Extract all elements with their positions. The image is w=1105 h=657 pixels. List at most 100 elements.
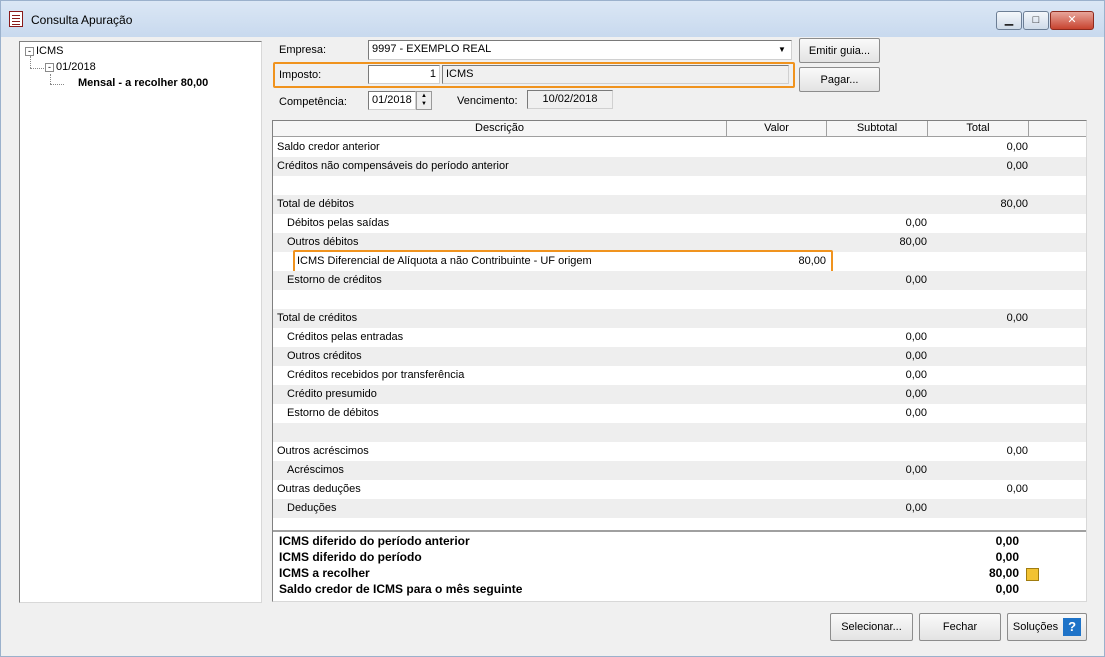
row-highlight bbox=[293, 250, 833, 273]
row-subtotal: 0,00 bbox=[905, 331, 927, 343]
tree-node-icms[interactable]: - ICMS bbox=[25, 45, 64, 57]
summary-row: Saldo credor de ICMS para o mês seguinte… bbox=[279, 582, 1079, 598]
emitir-guia-button[interactable]: Emitir guia... bbox=[799, 38, 880, 63]
row-description: Deduções bbox=[287, 502, 337, 514]
table-row[interactable]: Outros créditos 0,00 bbox=[273, 347, 1086, 366]
summary-value: 0,00 bbox=[995, 550, 1019, 564]
empresa-label: Empresa: bbox=[279, 44, 327, 56]
minimize-button[interactable]: ▁ bbox=[996, 11, 1022, 30]
summary-row: ICMS a recolher 80,00 bbox=[279, 566, 1079, 582]
collapse-icon[interactable]: - bbox=[25, 47, 34, 56]
row-subtotal: 0,00 bbox=[905, 502, 927, 514]
empresa-select[interactable]: 9997 - EXEMPLO REAL ▼ bbox=[368, 40, 792, 60]
vencimento-label: Vencimento: bbox=[457, 95, 518, 107]
table-row[interactable]: Total de créditos 0,00 bbox=[273, 309, 1086, 328]
summary-label: ICMS a recolher bbox=[279, 566, 370, 580]
row-description: Outras deduções bbox=[277, 483, 361, 495]
row-subtotal: 0,00 bbox=[905, 350, 927, 362]
row-subtotal: 0,00 bbox=[905, 407, 927, 419]
row-description: Estorno de créditos bbox=[287, 274, 382, 286]
solucoes-button[interactable]: Soluções? bbox=[1007, 613, 1087, 641]
help-icon: ? bbox=[1063, 618, 1082, 637]
row-description: Total de créditos bbox=[277, 312, 358, 324]
row-description: Total de débitos bbox=[277, 198, 355, 210]
row-subtotal: 0,00 bbox=[905, 369, 927, 381]
column-header-descricao[interactable]: Descrição bbox=[273, 121, 727, 137]
row-description: Outros acréscimos bbox=[277, 445, 369, 457]
close-button[interactable]: ✕ bbox=[1050, 11, 1094, 30]
spin-up-icon[interactable]: ▲ bbox=[417, 92, 431, 100]
tree-connector bbox=[50, 84, 64, 85]
tree-connector bbox=[30, 56, 31, 68]
imposto-label: Imposto: bbox=[279, 69, 322, 81]
table-row[interactable]: Créditos pelas entradas 0,00 bbox=[273, 328, 1086, 347]
empresa-value: 9997 - EXEMPLO REAL bbox=[372, 43, 492, 55]
summary-row: ICMS diferido do período anterior 0,00 bbox=[279, 534, 1079, 550]
row-subtotal: 0,00 bbox=[905, 388, 927, 400]
table-row[interactable]: Estorno de créditos 0,00 bbox=[273, 271, 1086, 290]
competencia-label: Competência: bbox=[279, 96, 347, 108]
table-row[interactable] bbox=[273, 290, 1086, 309]
table-row[interactable]: Outras deduções 0,00 bbox=[273, 480, 1086, 499]
competencia-input[interactable]: 01/2018 bbox=[368, 91, 416, 110]
tree-panel: - ICMS -01/2018 Mensal - a recolher 80,00 bbox=[19, 41, 262, 603]
summary-row: ICMS diferido do período 0,00 bbox=[279, 550, 1079, 566]
spin-down-icon[interactable]: ▼ bbox=[417, 100, 431, 108]
column-header-valor[interactable]: Valor bbox=[727, 121, 827, 137]
summary-value: 0,00 bbox=[995, 534, 1019, 548]
summary-label: Saldo credor de ICMS para o mês seguinte bbox=[279, 582, 523, 596]
table-row[interactable] bbox=[273, 176, 1086, 195]
table-row[interactable]: Deduções 0,00 bbox=[273, 499, 1086, 518]
maximize-button[interactable]: □ bbox=[1023, 11, 1049, 30]
column-header-total[interactable]: Total bbox=[928, 121, 1029, 137]
consulta-apuracao-window: Consulta Apuração ▁ □ ✕ - ICMS -01/2018 M… bbox=[0, 0, 1105, 657]
summary-value: 0,00 bbox=[995, 582, 1019, 596]
row-description: Créditos recebidos por transferência bbox=[287, 369, 465, 381]
row-total: 0,00 bbox=[1006, 312, 1028, 324]
solucoes-label: Soluções bbox=[1012, 621, 1059, 633]
table-row[interactable] bbox=[273, 423, 1086, 442]
tree-node-period[interactable]: -01/2018 bbox=[45, 61, 96, 73]
document-icon bbox=[9, 11, 23, 27]
summary-value: 80,00 bbox=[988, 566, 1019, 580]
title-bar[interactable]: Consulta Apuração ▁ □ ✕ bbox=[1, 1, 1104, 37]
tree-node-label: Mensal - a recolher 80,00 bbox=[78, 77, 209, 89]
row-total: 0,00 bbox=[1006, 160, 1028, 172]
table-row[interactable]: Total de débitos 80,00 bbox=[273, 195, 1086, 214]
row-description: Créditos pelas entradas bbox=[287, 331, 404, 343]
row-description: Estorno de débitos bbox=[287, 407, 379, 419]
fechar-button[interactable]: Fechar bbox=[919, 613, 1001, 641]
row-description: Saldo credor anterior bbox=[277, 141, 380, 153]
table-row[interactable]: Crédito presumido 0,00 bbox=[273, 385, 1086, 404]
table-row[interactable]: Estorno de débitos 0,00 bbox=[273, 404, 1086, 423]
table-row[interactable]: Outros acréscimos 0,00 bbox=[273, 442, 1086, 461]
row-total: 0,00 bbox=[1006, 483, 1028, 495]
table-row[interactable]: Acréscimos 0,00 bbox=[273, 461, 1086, 480]
tree-connector bbox=[30, 68, 44, 69]
table-row[interactable]: Créditos recebidos por transferência 0,00 bbox=[273, 366, 1086, 385]
grid-header: Descrição Valor Subtotal Total bbox=[273, 121, 1086, 137]
table-row[interactable]: Créditos não compensáveis do período ant… bbox=[273, 157, 1086, 176]
chevron-down-icon[interactable]: ▼ bbox=[774, 42, 790, 58]
pagar-button[interactable]: Pagar... bbox=[799, 67, 880, 92]
row-description: Acréscimos bbox=[287, 464, 344, 476]
row-subtotal: 0,00 bbox=[905, 464, 927, 476]
row-description: Crédito presumido bbox=[287, 388, 377, 400]
tree-node-mensal[interactable]: Mensal - a recolher 80,00 bbox=[78, 77, 208, 89]
row-description: Créditos não compensáveis do período ant… bbox=[277, 160, 509, 172]
row-subtotal: 0,00 bbox=[905, 217, 927, 229]
summary-label: ICMS diferido do período anterior bbox=[279, 534, 470, 548]
collapse-icon[interactable]: - bbox=[45, 63, 54, 72]
tree-connector bbox=[50, 74, 51, 84]
table-row[interactable]: Débitos pelas saídas 0,00 bbox=[273, 214, 1086, 233]
imposto-name-field: ICMS bbox=[442, 65, 789, 84]
competencia-spinner[interactable]: ▲ ▼ bbox=[416, 91, 432, 110]
selecionar-button[interactable]: Selecionar... bbox=[830, 613, 913, 641]
column-header-subtotal[interactable]: Subtotal bbox=[827, 121, 928, 137]
imposto-code-input[interactable]: 1 bbox=[368, 65, 440, 84]
apuracao-grid: Descrição Valor Subtotal Total Saldo cre… bbox=[272, 120, 1087, 602]
row-description: Outros créditos bbox=[287, 350, 362, 362]
table-row[interactable]: Saldo credor anterior 0,00 bbox=[273, 138, 1086, 157]
row-subtotal: 80,00 bbox=[899, 236, 927, 248]
calculator-icon[interactable] bbox=[1026, 568, 1039, 581]
